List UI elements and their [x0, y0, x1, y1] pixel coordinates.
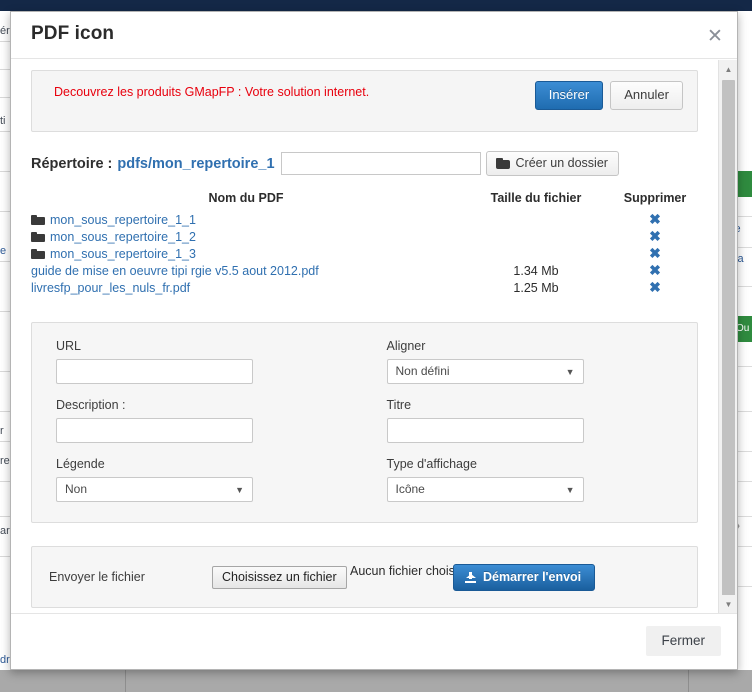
file-size [461, 245, 611, 262]
directory-path[interactable]: pdfs/mon_repertoire_1 [117, 156, 274, 172]
choose-file-button[interactable]: Choisissez un fichier [212, 566, 347, 589]
close-icon[interactable]: ✕ [703, 24, 727, 48]
background-text-fragment: e [0, 245, 7, 257]
attributes-form-panel: URL Description : Légende Non ▼ Aligner … [31, 322, 698, 523]
align-select-value: Non défini [395, 364, 450, 378]
directory-row: Répertoire : pdfs/mon_repertoire_1 Créer… [31, 151, 706, 176]
chevron-down-icon: ▼ [235, 485, 244, 495]
create-folder-button[interactable]: Créer un dossier [485, 151, 619, 176]
table-row: guide de mise en oeuvre tipi rgie v5.5 a… [31, 262, 699, 279]
file-table-header-row: Nom du PDF Taille du fichier Supprimer [31, 191, 699, 211]
start-upload-label: Démarrer l'envoi [483, 570, 582, 584]
insert-button[interactable]: Insérer [534, 81, 604, 111]
display-type-label: Type d'affichage [386, 457, 477, 471]
modal-footer: Fermer [11, 613, 737, 669]
scroll-up-arrow-icon[interactable]: ▲ [719, 60, 737, 78]
promo-panel: Decouvrez les produits GMapFP : Votre so… [31, 70, 698, 132]
title-input[interactable] [386, 418, 584, 443]
display-type-select[interactable]: Icône ▼ [386, 477, 584, 502]
delete-icon[interactable]: ✖ [649, 212, 661, 226]
file-size [461, 211, 611, 228]
scroll-down-arrow-icon[interactable]: ▼ [719, 595, 737, 613]
file-table-body: mon_sous_repertoire_1_1 ✖ mon_sous_reper… [31, 211, 699, 296]
file-name-link[interactable]: livresfp_pour_les_nuls_fr.pdf [31, 281, 190, 295]
scrollbar-thumb[interactable] [722, 80, 735, 600]
table-row: mon_sous_repertoire_1_3 ✖ [31, 245, 699, 262]
page-title: PDF icon [31, 23, 115, 44]
promo-message: Decouvrez les produits GMapFP : Votre so… [54, 85, 370, 99]
directory-label: Répertoire : [31, 155, 113, 172]
upload-panel: Envoyer le fichier Choisissez un fichier… [31, 546, 698, 608]
modal-body-content: Decouvrez les produits GMapFP : Votre so… [11, 60, 718, 613]
form-column-right: Aligner Non défini ▼ Titre Type d'affich… [365, 339, 674, 502]
folder-icon [31, 231, 45, 242]
folder-icon [31, 248, 45, 259]
description-input[interactable] [56, 418, 253, 443]
column-header-name: Nom du PDF [208, 191, 284, 205]
upload-icon [465, 571, 476, 583]
file-name-link[interactable]: mon_sous_repertoire_1_3 [50, 247, 196, 261]
folder-icon [495, 157, 510, 169]
table-row: mon_sous_repertoire_1_2 ✖ [31, 228, 699, 245]
table-row: livresfp_pour_les_nuls_fr.pdf 1.25 Mb ✖ [31, 279, 699, 296]
file-size: 1.25 Mb [513, 280, 559, 295]
legend-select[interactable]: Non ▼ [56, 477, 253, 502]
upload-label: Envoyer le fichier [49, 570, 145, 584]
align-label: Aligner [386, 339, 426, 353]
background-bottom-strip [0, 670, 752, 692]
title-label: Titre [386, 398, 412, 412]
url-label: URL [56, 339, 82, 353]
background-text-fragment: ti [0, 115, 6, 127]
start-upload-button[interactable]: Démarrer l'envoi [453, 564, 596, 591]
column-header-delete: Supprimer [623, 191, 687, 205]
folder-icon [31, 214, 45, 225]
create-folder-label: Créer un dossier [515, 156, 608, 170]
delete-icon[interactable]: ✖ [649, 263, 661, 277]
url-input[interactable] [56, 359, 253, 384]
file-name-link[interactable]: guide de mise en oeuvre tipi rgie v5.5 a… [31, 264, 319, 278]
background-text-fragment: re [0, 455, 10, 467]
promo-actions: Insérer Annuler [534, 81, 683, 111]
chevron-down-icon: ▼ [565, 485, 575, 495]
modal-vertical-scrollbar[interactable]: ▲ ▼ [718, 60, 737, 613]
pdf-icon-modal: PDF icon ✕ Decouvrez les produits GMapFP… [10, 11, 738, 670]
modal-body: Decouvrez les produits GMapFP : Votre so… [11, 60, 737, 613]
file-size [461, 228, 611, 245]
background-text-fragment: ér [0, 25, 10, 37]
display-type-select-value: Icône [395, 482, 425, 496]
cancel-button[interactable]: Annuler [610, 81, 683, 111]
close-button[interactable]: Fermer [645, 626, 721, 656]
file-name-link[interactable]: mon_sous_repertoire_1_1 [50, 213, 196, 227]
align-select[interactable]: Non défini ▼ [386, 359, 584, 384]
new-folder-input[interactable] [280, 152, 481, 175]
delete-icon[interactable]: ✖ [649, 280, 661, 294]
modal-header: PDF icon ✕ [11, 12, 737, 59]
table-row: mon_sous_repertoire_1_1 ✖ [31, 211, 699, 228]
column-header-size: Taille du fichier [490, 191, 582, 205]
browser-top-bar [0, 0, 752, 11]
legend-select-value: Non [65, 482, 88, 496]
chevron-down-icon: ▼ [565, 367, 575, 377]
file-size: 1.34 Mb [513, 263, 559, 278]
form-column-left: URL Description : Légende Non ▼ [56, 339, 365, 502]
background-text-fragment: ar [0, 525, 10, 537]
no-file-chosen-text: Aucun fichier choisi [350, 564, 458, 578]
description-label: Description : [56, 398, 126, 412]
delete-icon[interactable]: ✖ [649, 229, 661, 243]
legend-label: Légende [56, 457, 105, 471]
file-name-link[interactable]: mon_sous_repertoire_1_2 [50, 230, 196, 244]
file-table: Nom du PDF Taille du fichier Supprimer m… [31, 191, 699, 296]
background-text-fragment: r [0, 425, 4, 437]
delete-icon[interactable]: ✖ [649, 246, 661, 260]
